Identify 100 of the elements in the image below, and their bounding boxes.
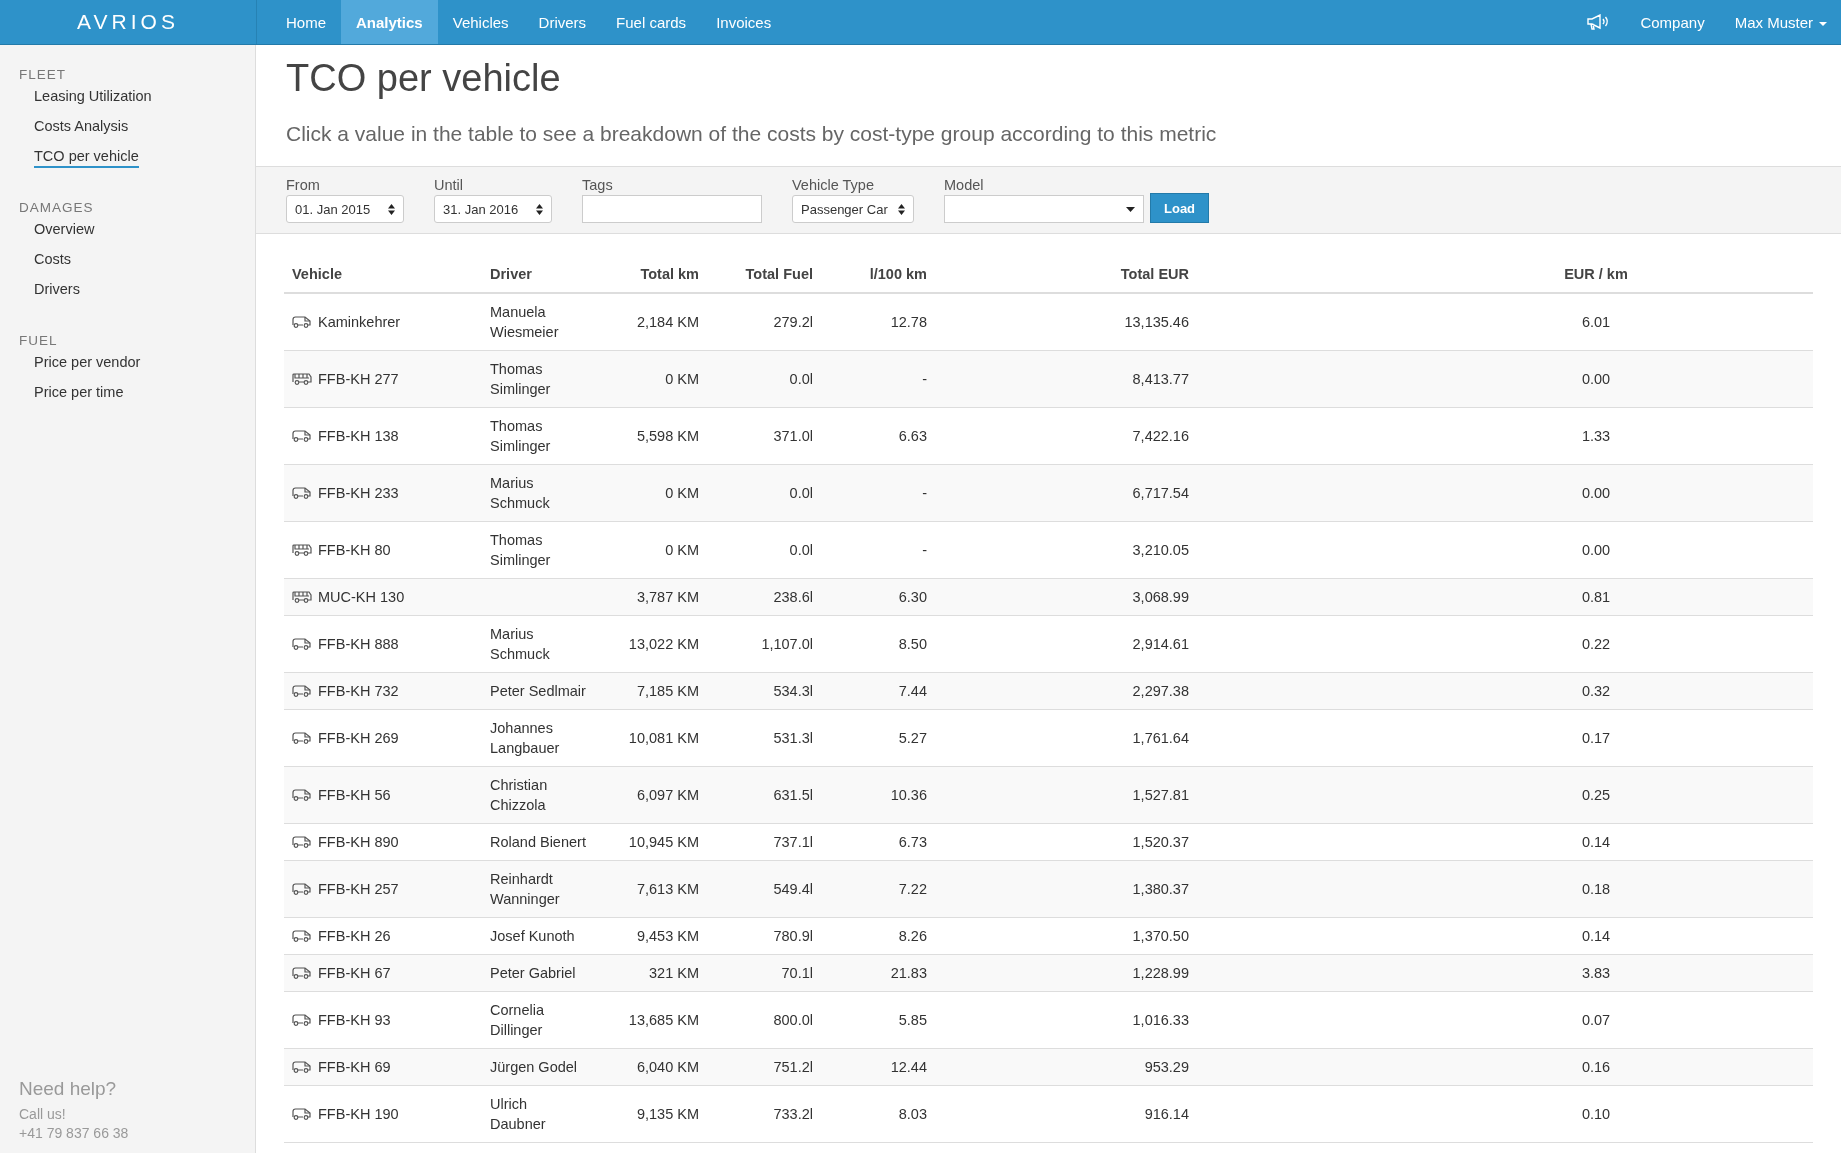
page-subtitle: Click a value in the table to see a breakdown of the costs by cost-type group according to this metric <box>286 122 1218 146</box>
sidebar-item[interactable]: Costs <box>34 251 72 271</box>
table-cell[interactable]: 0.00 <box>1197 350 1813 408</box>
table-cell: 5,598 KM <box>594 407 707 465</box>
table-cell: 0.0l <box>707 464 821 522</box>
vehicle-name: FFB-KH 732 <box>318 682 399 701</box>
table-cell: 534.3l <box>707 672 821 710</box>
table-cell: 631.5l <box>707 766 821 824</box>
sidebar-item[interactable]: TCO per vehicle <box>34 148 139 168</box>
table-cell: 800.0l <box>707 991 821 1049</box>
table-cell: 6.73 <box>821 823 935 861</box>
sidebar-item[interactable]: Overview <box>34 221 95 241</box>
table-cell[interactable]: 0.14 <box>1197 823 1813 861</box>
table-cell[interactable]: 6,717.54 <box>935 464 1197 522</box>
table-cell[interactable]: 1,228.99 <box>935 954 1197 992</box>
table-cell: 70.1l <box>707 954 821 992</box>
sidebar-item[interactable]: Costs Analysis <box>34 118 129 138</box>
filter-label: Until <box>434 177 464 193</box>
vehicle-name: FFB-KH 233 <box>318 484 399 503</box>
van-icon <box>292 487 312 499</box>
sidebar-item[interactable]: Drivers <box>34 281 80 301</box>
select-field[interactable]: Passenger Car <box>792 195 914 223</box>
table-cell[interactable]: 953.29 <box>935 1048 1197 1086</box>
table-cell[interactable]: 0.18 <box>1197 860 1813 918</box>
table-cell[interactable]: 3,068.99 <box>935 578 1197 616</box>
column-header[interactable]: EUR / km <box>1197 256 1813 293</box>
table-cell[interactable]: 1,380.37 <box>935 860 1197 918</box>
table-cell: 0 KM <box>594 521 707 579</box>
vehicle-name: FFB-KH 69 <box>318 1058 391 1077</box>
caret-icon <box>1126 206 1135 212</box>
minibus-icon <box>292 591 312 603</box>
table-cell[interactable]: 1,520.37 <box>935 823 1197 861</box>
driver-name: Roland Bienert <box>490 833 586 852</box>
select-field[interactable] <box>944 195 1144 223</box>
table-cell[interactable]: 8,413.77 <box>935 350 1197 408</box>
select-field[interactable]: 01. Jan 2015 <box>286 195 404 223</box>
column-header[interactable]: l/100 km <box>821 256 935 293</box>
table-cell[interactable]: 0.25 <box>1197 766 1813 824</box>
table-cell[interactable]: 1,527.81 <box>935 766 1197 824</box>
van-icon <box>292 685 312 697</box>
table-cell[interactable]: 1.33 <box>1197 407 1813 465</box>
table-cell: 549.4l <box>707 860 821 918</box>
table-cell[interactable]: 1,370.50 <box>935 917 1197 955</box>
driver-name: Reinhardt Wanninger <box>490 870 561 909</box>
table-cell[interactable]: 0.16 <box>1197 1048 1813 1086</box>
driver-name: Ulrich Daubner <box>490 1095 547 1134</box>
table-cell[interactable]: 0.00 <box>1197 521 1813 579</box>
table-cell[interactable]: 13,135.46 <box>935 293 1197 351</box>
driver-name: Thomas Simlinger <box>490 531 552 570</box>
table-cell: 3,787 KM <box>594 578 707 616</box>
table-cell[interactable]: 3,210.05 <box>935 521 1197 579</box>
van-icon <box>292 836 312 848</box>
vehicle-name: Kaminkehrer <box>318 313 401 332</box>
driver-name: Thomas Simlinger <box>490 360 552 399</box>
filter-label: Model <box>944 177 985 193</box>
table-cell[interactable]: 0.32 <box>1197 672 1813 710</box>
column-header[interactable]: Total km <box>594 256 707 293</box>
table-cell[interactable]: 7,422.16 <box>935 407 1197 465</box>
column-header[interactable]: Total Fuel <box>707 256 821 293</box>
sort-arrows-icon <box>388 203 395 215</box>
table-cell: 0.0l <box>707 350 821 408</box>
driver-name: Marius Schmuck <box>490 474 551 513</box>
input-field[interactable] <box>582 195 762 223</box>
table-cell[interactable]: 6.01 <box>1197 293 1813 351</box>
sidebar-heading: FUEL <box>19 333 59 348</box>
table-cell[interactable]: 916.14 <box>935 1085 1197 1143</box>
table-cell[interactable]: 2,297.38 <box>935 672 1197 710</box>
table-cell: 279.2l <box>707 293 821 351</box>
help-title: Need help? <box>19 1078 118 1100</box>
table-cell[interactable]: 0.07 <box>1197 991 1813 1049</box>
driver-name: Christian Chizzola <box>490 776 549 815</box>
column-header[interactable]: Driver <box>482 256 594 293</box>
table-cell[interactable]: 0.22 <box>1197 615 1813 673</box>
table-cell[interactable]: 1,761.64 <box>935 709 1197 767</box>
table-cell: 5.85 <box>821 991 935 1049</box>
table-cell: 6,040 KM <box>594 1048 707 1086</box>
table-cell[interactable]: 0.14 <box>1197 917 1813 955</box>
column-header[interactable]: Vehicle <box>284 256 482 293</box>
table-cell[interactable]: 0.17 <box>1197 709 1813 767</box>
table-cell[interactable]: 0.81 <box>1197 578 1813 616</box>
megaphone-icon[interactable] <box>1586 14 1611 30</box>
driver-name: Manuela Wiesmeier <box>490 303 560 342</box>
van-icon <box>292 316 312 328</box>
table-cell: 238.6l <box>707 578 821 616</box>
vehicle-name: FFB-KH 888 <box>318 635 399 654</box>
filter-label: From <box>286 177 321 193</box>
filter-label: Tags <box>582 177 614 193</box>
sidebar-item[interactable]: Leasing Utilization <box>34 88 152 108</box>
table-cell[interactable]: 0.10 <box>1197 1085 1813 1143</box>
table-cell: 9,453 KM <box>594 917 707 955</box>
sidebar-item[interactable]: Price per time <box>34 384 124 404</box>
sidebar-item[interactable]: Price per vendor <box>34 354 141 374</box>
table-cell[interactable]: 0.00 <box>1197 464 1813 522</box>
column-header[interactable]: Total EUR <box>935 256 1197 293</box>
table-cell[interactable]: 3.83 <box>1197 954 1813 992</box>
table-cell: 6.63 <box>821 407 935 465</box>
select-field[interactable]: 31. Jan 2016 <box>434 195 552 223</box>
driver-name: Peter Gabriel <box>490 964 577 983</box>
table-cell[interactable]: 2,914.61 <box>935 615 1197 673</box>
table-cell[interactable]: 1,016.33 <box>935 991 1197 1049</box>
